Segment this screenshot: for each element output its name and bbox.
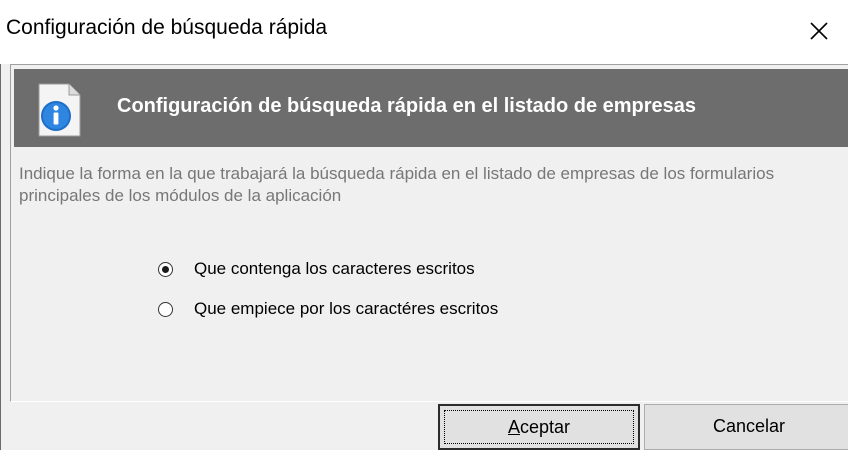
option-contains-label: Que contenga los caracteres escritos	[194, 259, 475, 278]
close-button[interactable]	[790, 0, 848, 64]
accept-button-label: Aceptar	[508, 417, 570, 437]
window-title: Configuración de búsqueda rápida	[6, 16, 328, 39]
window-border	[0, 64, 1, 450]
option-starts-with-label: Que empiece por los caractéres escritos	[194, 299, 499, 318]
radio-contains[interactable]	[158, 262, 173, 277]
close-icon	[810, 22, 828, 40]
radio-starts-with[interactable]	[158, 302, 173, 317]
description-text: Indique la forma en la que trabajará la …	[19, 164, 775, 205]
title-bar: Configuración de búsqueda rápida	[0, 0, 848, 64]
dialog-window: Configuración de búsqueda rápida Configu…	[0, 0, 848, 450]
accept-button[interactable]: Aceptar	[438, 404, 640, 450]
radio-selected-dot	[162, 266, 169, 273]
info-icon	[38, 83, 81, 137]
accept-label-rest: ceptar	[519, 417, 571, 437]
header-banner: Configuración de búsqueda rápida en el l…	[14, 69, 848, 147]
banner-title: Configuración de búsqueda rápida en el l…	[117, 95, 697, 117]
accept-mnemonic: A	[507, 417, 520, 437]
cancel-button[interactable]: Cancelar	[644, 404, 848, 450]
